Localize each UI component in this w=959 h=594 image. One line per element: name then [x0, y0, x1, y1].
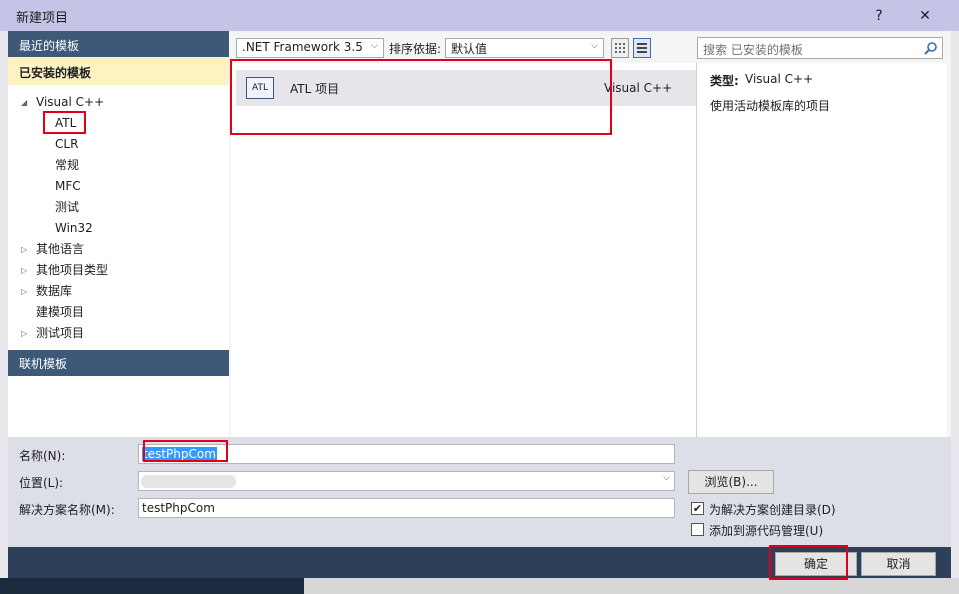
chevron-down-icon: ⌵	[591, 41, 598, 51]
chevron-down-icon: ⌵	[663, 473, 670, 483]
tree-item-clr[interactable]: CLR	[55, 135, 78, 154]
create-directory-option[interactable]: ✔ 为解决方案创建目录(D)	[690, 501, 920, 517]
template-details-panel	[697, 63, 947, 437]
framework-dropdown[interactable]: .NET Framework 3.5 ⌵	[236, 38, 384, 58]
template-language: Visual C++	[604, 81, 673, 95]
close-icon: ✕	[919, 8, 931, 24]
collapsed-triangle-icon: ▷	[21, 287, 28, 296]
type-label: 类型:	[710, 74, 739, 88]
search-input[interactable]: 搜索 已安装的模板	[697, 37, 943, 59]
sort-dropdown[interactable]: 默认值 ⌵	[445, 38, 604, 58]
annotation-box-name	[143, 440, 228, 462]
collapsed-triangle-icon: ▷	[21, 245, 28, 254]
window-title: 新建项目	[16, 11, 69, 26]
name-label: 名称(N):	[19, 449, 66, 463]
browse-button[interactable]: 浏览(B)...	[688, 470, 774, 494]
recent-templates-header[interactable]: 最近的模板	[8, 31, 229, 57]
tree-item-test-projects[interactable]: ▷ 测试项目	[0, 324, 228, 343]
small-icons-view-button[interactable]	[611, 38, 629, 58]
expanded-triangle-icon: ◢	[21, 98, 28, 107]
location-label: 位置(L):	[19, 476, 64, 490]
collapsed-triangle-icon: ▷	[21, 329, 28, 338]
annotation-box-template	[230, 59, 612, 135]
solution-name-input[interactable]: testPhpCom	[138, 498, 675, 518]
list-icon	[637, 43, 647, 53]
close-button[interactable]: ✕	[910, 4, 940, 28]
solution-name-label: 解决方案名称(M):	[19, 503, 115, 517]
collapsed-triangle-icon: ▷	[21, 266, 28, 275]
tree-item-other-project-types[interactable]: ▷ 其他项目类型	[0, 261, 228, 280]
annotation-box-atl	[43, 111, 86, 134]
tree-item-mfc[interactable]: MFC	[55, 177, 81, 196]
online-templates-header[interactable]: 联机模板	[8, 350, 229, 376]
background-panel	[304, 578, 959, 594]
blurred-path	[141, 475, 236, 488]
tree-item-other-languages[interactable]: ▷ 其他语言	[0, 240, 228, 259]
template-description: 使用活动模板库的项目	[710, 99, 831, 113]
template-categories-panel	[8, 31, 229, 437]
source-control-checkbox[interactable]	[691, 523, 704, 536]
tree-item-visual-cpp[interactable]: ◢ Visual C++	[0, 93, 228, 112]
help-button[interactable]: ?	[864, 4, 894, 28]
annotation-box-ok	[769, 545, 848, 580]
tree-item-database[interactable]: ▷ 数据库	[0, 282, 228, 301]
grid-icon	[615, 43, 625, 53]
tree-item-test[interactable]: 测试	[55, 198, 79, 217]
cancel-button[interactable]: 取消	[861, 552, 936, 576]
tree-item-modeling-projects[interactable]: 建模项目	[36, 303, 84, 322]
list-view-button[interactable]	[633, 38, 651, 58]
type-value: Visual C++	[745, 72, 814, 86]
title-bar	[0, 0, 959, 31]
create-directory-checkbox[interactable]: ✔	[691, 502, 704, 515]
location-input[interactable]: ⌵	[138, 471, 675, 491]
installed-templates-header[interactable]: 已安装的模板	[8, 57, 229, 85]
search-icon	[924, 42, 937, 55]
chevron-down-icon: ⌵	[371, 41, 378, 51]
source-control-option[interactable]: 添加到源代码管理(U)	[690, 522, 920, 538]
tree-item-win32[interactable]: Win32	[55, 219, 93, 238]
sort-label: 排序依据:	[389, 42, 442, 56]
tree-item-general[interactable]: 常规	[55, 156, 79, 175]
checkmark-icon: ✔	[692, 502, 703, 515]
